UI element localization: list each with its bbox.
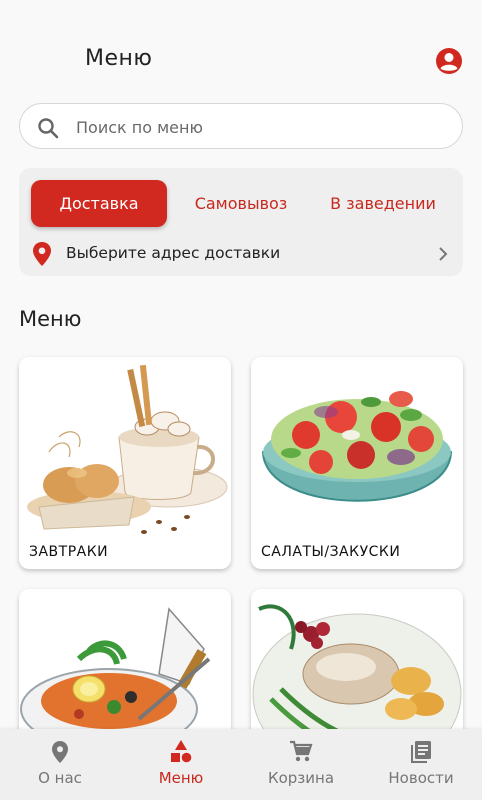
nav-item-news[interactable]: Новости bbox=[361, 729, 481, 800]
delivery-address-selector[interactable]: Выберите адрес доставки bbox=[19, 238, 463, 270]
category-label: САЛАТЫ/ЗАКУСКИ bbox=[261, 544, 401, 560]
cart-icon bbox=[290, 740, 313, 762]
tab-pickup[interactable]: Самовывоз bbox=[181, 180, 301, 227]
nav-item-menu[interactable]: Меню bbox=[121, 729, 241, 800]
nav-item-cart[interactable]: Корзина bbox=[241, 729, 361, 800]
location-pin-icon bbox=[33, 242, 51, 266]
category-card-breakfast[interactable]: ЗАВТРАКИ bbox=[19, 357, 231, 569]
nav-label: О нас bbox=[38, 769, 82, 787]
nav-label: Корзина bbox=[267, 769, 335, 787]
salad-illustration bbox=[251, 357, 463, 542]
address-prompt: Выберите адрес доставки bbox=[66, 244, 281, 262]
menu-section-title: Меню bbox=[19, 307, 82, 331]
page-title: Меню bbox=[85, 46, 153, 71]
location-pin-icon bbox=[52, 741, 68, 763]
breakfast-illustration bbox=[19, 357, 231, 542]
search-bar[interactable] bbox=[19, 103, 463, 149]
order-mode-card: Доставка Самовывоз В заведении Выберите … bbox=[19, 168, 463, 276]
chevron-right-icon bbox=[439, 247, 448, 261]
bottom-navigation: О нас Меню Корзина Новости bbox=[0, 729, 482, 800]
nav-item-about[interactable]: О нас bbox=[0, 729, 120, 800]
nav-label: Новости bbox=[388, 769, 454, 787]
app-header: Меню bbox=[0, 0, 482, 100]
nav-label: Меню bbox=[158, 769, 204, 787]
tab-delivery[interactable]: Доставка bbox=[31, 180, 167, 227]
account-icon[interactable] bbox=[435, 47, 463, 75]
tab-dine-in[interactable]: В заведении bbox=[319, 180, 447, 227]
category-card-salads[interactable]: САЛАТЫ/ЗАКУСКИ bbox=[251, 357, 463, 569]
search-input[interactable] bbox=[76, 112, 446, 142]
shapes-icon bbox=[171, 740, 192, 763]
category-label: ЗАВТРАКИ bbox=[29, 544, 109, 560]
search-icon bbox=[38, 118, 59, 139]
news-icon bbox=[411, 741, 431, 763]
